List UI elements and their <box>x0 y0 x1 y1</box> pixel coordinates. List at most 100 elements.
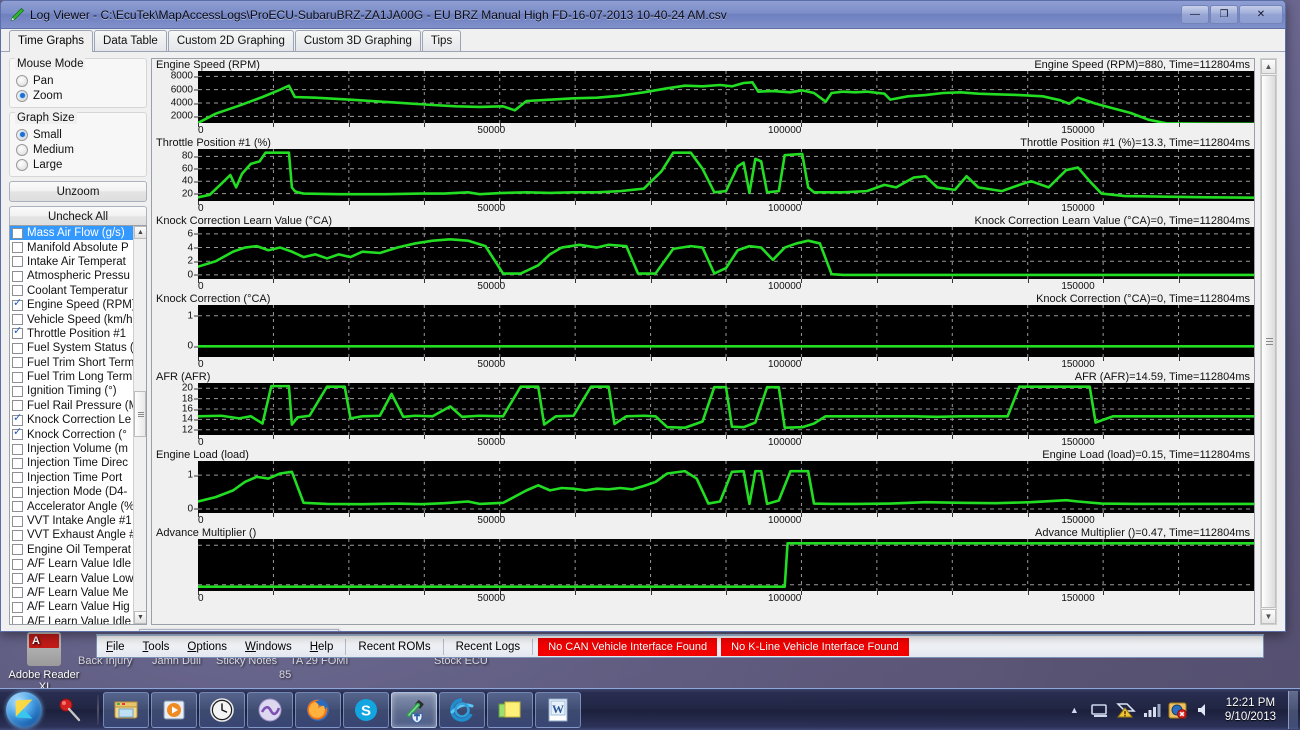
uncheck-all-button[interactable]: Uncheck All <box>9 206 147 227</box>
tab-data-table[interactable]: Data Table <box>94 30 167 51</box>
parameter-list-scroll-thumb[interactable] <box>134 391 146 437</box>
action-center-icon[interactable] <box>1115 700 1137 720</box>
parameter-checkbox-icon[interactable] <box>12 530 23 541</box>
minimize-button[interactable]: — <box>1181 5 1209 24</box>
graph-area-scrollbar[interactable]: ▲ ▼ <box>1260 58 1277 625</box>
network-icon[interactable] <box>1089 700 1111 720</box>
graph-plot[interactable] <box>198 149 1254 201</box>
taskbar-skype-button[interactable]: S <box>343 692 389 728</box>
parameter-list-item[interactable]: Engine Speed (RPM) <box>10 298 146 312</box>
taskbar-pin-icon-button[interactable] <box>47 692 93 728</box>
scroll-up-arrow-icon[interactable]: ▲ <box>134 226 147 239</box>
tab-tips[interactable]: Tips <box>422 30 461 51</box>
parameter-checkbox-icon[interactable] <box>12 285 23 296</box>
parameter-checkbox-icon[interactable] <box>12 516 23 527</box>
taskbar-clock-widget-button[interactable] <box>199 692 245 728</box>
parameter-list-item[interactable]: Knock Correction Le <box>10 413 146 427</box>
parameter-checkbox-icon[interactable] <box>12 357 23 368</box>
parameter-checkbox-icon[interactable] <box>12 400 23 411</box>
volume-icon[interactable] <box>1193 700 1215 720</box>
parameter-list-item[interactable]: Mass Air Flow (g/s) <box>10 226 146 240</box>
taskbar-firefox-button[interactable] <box>295 692 341 728</box>
parameter-checkbox-icon[interactable] <box>12 271 23 282</box>
graph-panel[interactable]: Throttle Position #1 (%)Throttle Positio… <box>152 137 1254 215</box>
menu-tools[interactable]: Tools <box>134 639 179 655</box>
parameter-list-item[interactable]: Fuel Rail Pressure (M <box>10 399 146 413</box>
parameter-list-item[interactable]: A/F Learn Value Idle <box>10 557 146 571</box>
graph-panel[interactable]: Engine Speed (RPM)Engine Speed (RPM)=880… <box>152 59 1254 137</box>
parameter-checkbox-icon[interactable] <box>12 616 23 625</box>
graph-panel[interactable]: Knock Correction Learn Value (°CA)Knock … <box>152 215 1254 293</box>
radio-mouse-mode-pan[interactable]: Pan <box>16 73 140 88</box>
taskbar-ecutek-button[interactable] <box>391 692 437 728</box>
parameter-checkbox-icon[interactable] <box>12 328 23 339</box>
parameter-list-item[interactable]: A/F Learn Value Low <box>10 571 146 585</box>
parameter-checkbox-icon[interactable] <box>12 472 23 483</box>
parameter-list-item[interactable]: Knock Correction (° <box>10 427 146 441</box>
parameter-list-item[interactable]: A/F Learn Value Hig <box>10 600 146 614</box>
parameter-list-item[interactable]: Injection Volume (m <box>10 442 146 456</box>
parameter-checkbox-icon[interactable] <box>12 314 23 325</box>
parameter-list-item[interactable]: Injection Mode (D4- <box>10 485 146 499</box>
parameter-list-item[interactable]: Throttle Position #1 <box>10 327 146 341</box>
parameter-checkbox-icon[interactable] <box>12 501 23 512</box>
parameter-list-item[interactable]: Injection Time Direc <box>10 456 146 470</box>
menu-recent-roms[interactable]: Recent ROMs <box>349 639 439 655</box>
menu-recent-logs[interactable]: Recent Logs <box>447 639 530 655</box>
graph-scroll-up-icon[interactable]: ▲ <box>1261 59 1276 74</box>
tab-custom-2d-graphing[interactable]: Custom 2D Graphing <box>168 30 294 51</box>
taskbar-sticky-notes-button[interactable] <box>487 692 533 728</box>
parameter-checkbox-icon[interactable] <box>12 228 23 239</box>
parameter-checkbox-icon[interactable] <box>12 256 23 267</box>
radio-mouse-mode-zoom[interactable]: Zoom <box>16 88 140 103</box>
tab-custom-3d-graphing[interactable]: Custom 3D Graphing <box>295 30 421 51</box>
close-button[interactable]: ✕ <box>1239 5 1283 24</box>
parameter-checkbox-icon[interactable] <box>12 372 23 383</box>
parameter-checkbox-icon[interactable] <box>12 242 23 253</box>
parameter-list-item[interactable]: Coolant Temperatur <box>10 284 146 298</box>
taskbar-media-player-button[interactable] <box>151 692 197 728</box>
parameter-list-item[interactable]: Manifold Absolute P <box>10 240 146 254</box>
menu-windows[interactable]: Windows <box>236 639 301 655</box>
graph-plot[interactable] <box>198 227 1254 279</box>
graph-plot[interactable] <box>198 461 1254 513</box>
desktop-icon-adobe-reader[interactable]: A Adobe Reader XI <box>6 632 82 693</box>
signal-icon[interactable] <box>1141 700 1163 720</box>
menu-help[interactable]: Help <box>301 639 343 655</box>
show-desktop-button[interactable] <box>1288 691 1298 729</box>
parameter-list-scrollbar[interactable]: ▲ ▼ <box>133 226 146 624</box>
radio-graph-size-medium[interactable]: Medium <box>16 142 140 157</box>
maximize-button[interactable]: ❐ <box>1210 5 1238 24</box>
parameter-checkbox-icon[interactable] <box>12 559 23 570</box>
antivirus-icon[interactable] <box>1167 700 1189 720</box>
graph-scroll-thumb[interactable] <box>1261 75 1276 608</box>
parameter-list-item[interactable]: Intake Air Temperat <box>10 255 146 269</box>
taskbar-word-button[interactable]: W <box>535 692 581 728</box>
parameter-list-item[interactable]: A/F Learn Value Me <box>10 586 146 600</box>
tab-time-graphs[interactable]: Time Graphs <box>9 30 93 52</box>
parameter-list-item[interactable]: Engine Oil Temperat <box>10 543 146 557</box>
tray-overflow-icon[interactable]: ▲ <box>1062 705 1087 715</box>
parameter-checkbox-icon[interactable] <box>12 444 23 455</box>
taskbar-file-explorer-button[interactable] <box>103 692 149 728</box>
context-menu-save-screenshot[interactable]: Save Screenshot to file... F6 <box>139 629 339 632</box>
parameter-list-item[interactable]: Injection Time Port <box>10 471 146 485</box>
parameter-checkbox-icon[interactable] <box>12 386 23 397</box>
parameter-checkbox-icon[interactable] <box>12 602 23 613</box>
unzoom-button[interactable]: Unzoom <box>9 181 147 202</box>
parameter-list-item[interactable]: VVT Exhaust Angle # <box>10 528 146 542</box>
parameter-list[interactable]: Mass Air Flow (g/s)Manifold Absolute PIn… <box>9 225 147 625</box>
parameter-checkbox-icon[interactable] <box>12 429 23 440</box>
graph-panel[interactable]: AFR (AFR)AFR (AFR)=14.59, Time=112804ms1… <box>152 371 1254 449</box>
clock[interactable]: 12:21 PM 9/10/2013 <box>1217 696 1286 724</box>
parameter-list-item[interactable]: A/F Learn Value Idle <box>10 615 146 625</box>
graph-scroll-down-icon[interactable]: ▼ <box>1261 609 1276 624</box>
graph-panel[interactable]: Engine Load (load)Engine Load (load)=0.1… <box>152 449 1254 527</box>
radio-graph-size-small[interactable]: Small <box>16 127 140 142</box>
parameter-checkbox-icon[interactable] <box>12 573 23 584</box>
radio-graph-size-large[interactable]: Large <box>16 157 140 172</box>
parameter-list-item[interactable]: Atmospheric Pressu <box>10 269 146 283</box>
parameter-checkbox-icon[interactable] <box>12 487 23 498</box>
graph-plot[interactable] <box>198 539 1254 591</box>
taskbar-wmp-button[interactable] <box>247 692 293 728</box>
